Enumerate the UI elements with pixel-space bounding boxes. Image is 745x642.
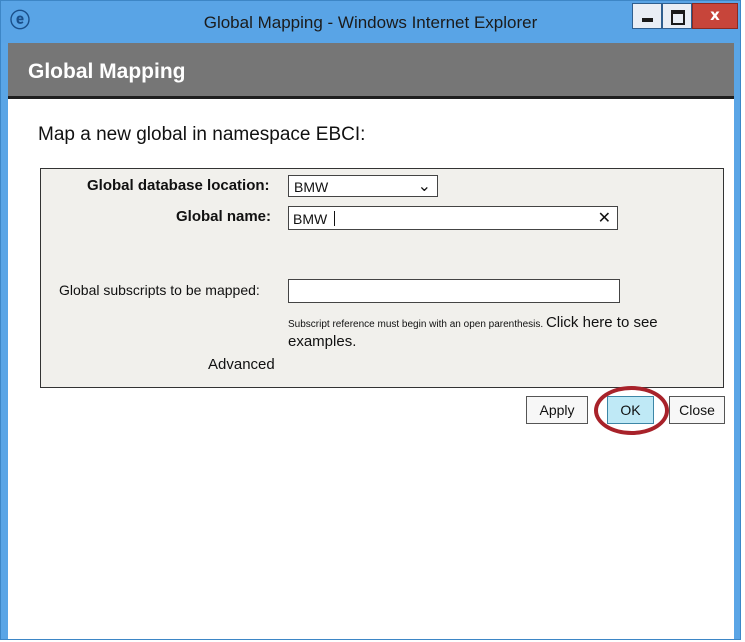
close-icon: x [710, 6, 720, 24]
subscript-hint: Subscript reference must begin with an o… [288, 314, 723, 352]
close-button[interactable]: Close [669, 396, 725, 424]
maximize-button[interactable] [662, 3, 692, 29]
clear-icon[interactable]: ✕ [598, 208, 611, 227]
text-cursor [334, 211, 335, 226]
page-content: Global Mapping Map a new global in names… [8, 43, 734, 639]
subscripts-input[interactable] [288, 279, 620, 303]
highlight-ring [594, 386, 669, 435]
chevron-down-icon: ⌄ [417, 178, 431, 195]
db-location-label: Global database location: [87, 177, 270, 194]
advanced-link[interactable]: Advanced [208, 356, 275, 373]
global-name-value: BMW [293, 211, 328, 227]
db-location-value: BMW [294, 179, 329, 195]
title-bar[interactable]: ⓔ Global Mapping - Windows Internet Expl… [1, 1, 740, 43]
apply-button[interactable]: Apply [526, 396, 588, 424]
close-window-button[interactable]: x [692, 3, 738, 29]
maximize-icon [671, 10, 685, 25]
page-header: Global Mapping [8, 43, 734, 99]
minimize-button[interactable] [632, 3, 662, 29]
page-subtitle: Map a new global in namespace EBCI: [38, 124, 366, 145]
db-location-select[interactable]: BMW ⌄ [288, 175, 438, 197]
minimize-icon [642, 18, 653, 22]
mapping-form-panel: Global database location: BMW ⌄ Global n… [40, 168, 725, 435]
page-title: Global Mapping [28, 60, 186, 83]
subscripts-label: Global subscripts to be mapped: [59, 282, 260, 298]
hint-text: Subscript reference must begin with an o… [288, 319, 544, 330]
global-name-label: Global name: [176, 208, 272, 225]
global-name-input[interactable]: BMW ✕ [288, 206, 618, 230]
window-title: Global Mapping - Windows Internet Explor… [203, 13, 538, 32]
browser-window: ⓔ Global Mapping - Windows Internet Expl… [0, 0, 741, 640]
